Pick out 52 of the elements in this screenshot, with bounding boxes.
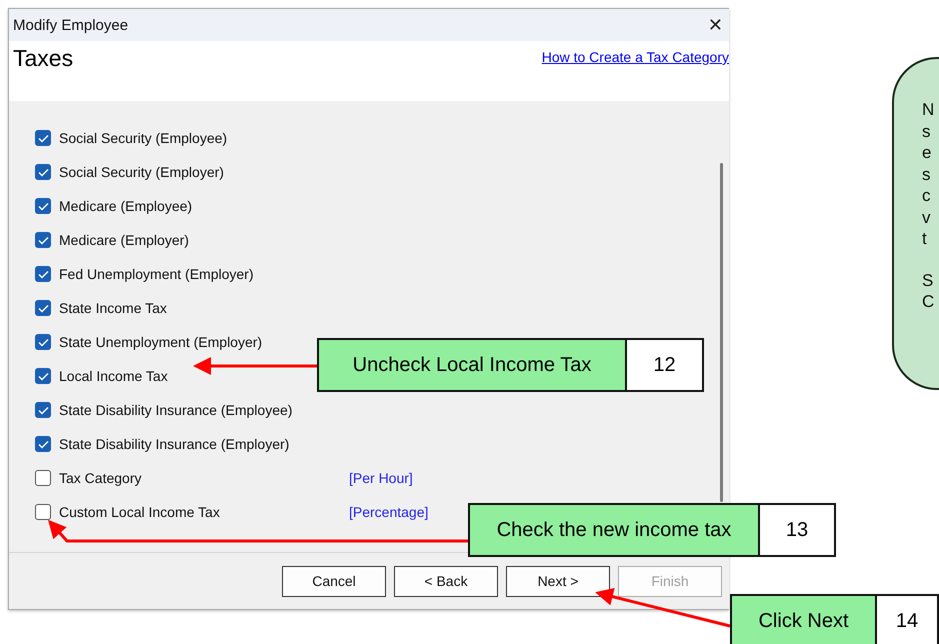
checkmark-icon — [38, 236, 48, 244]
checkmark-icon — [38, 372, 48, 380]
checkbox[interactable] — [35, 266, 51, 282]
instruction-callout: Check the new income tax — [468, 503, 760, 557]
step-number: 12 — [627, 338, 704, 392]
wizard-button[interactable]: Next > — [506, 566, 610, 596]
checkbox[interactable] — [35, 130, 51, 146]
tax-label: Tax Category — [59, 470, 142, 486]
instruction-callout: Uncheck Local Income Tax — [317, 338, 627, 392]
tax-label: State Disability Insurance (Employee) — [59, 402, 294, 418]
tax-label: Local Income Tax — [59, 368, 169, 384]
scrollbar-thumb[interactable] — [720, 163, 722, 502]
tax-label: Medicare (Employee) — [59, 198, 194, 214]
checkmark-icon — [38, 440, 48, 448]
checkbox[interactable] — [35, 470, 51, 486]
checkbox[interactable] — [35, 368, 51, 384]
wizard-button[interactable]: Cancel — [282, 566, 386, 596]
checkbox[interactable] — [35, 504, 51, 520]
checkmark-icon — [38, 134, 48, 142]
checkbox[interactable] — [35, 300, 51, 316]
help-link[interactable]: How to Create a Tax Category — [542, 49, 729, 65]
tax-label: State Unemployment (Employer) — [59, 334, 264, 350]
rate-type: [Percentage] — [349, 504, 428, 520]
tax-label: Social Security (Employee) — [59, 130, 228, 146]
tax-label: Social Security (Employer) — [59, 164, 225, 180]
checkmark-icon — [38, 202, 48, 210]
tax-label: State Disability Insurance (Employer) — [59, 436, 290, 452]
checkmark-icon — [38, 304, 48, 312]
tax-label: State Income Tax — [59, 300, 168, 316]
page-heading: Taxes — [13, 45, 74, 72]
checkbox[interactable] — [35, 402, 51, 418]
checkbox[interactable] — [35, 436, 51, 452]
checkmark-icon — [38, 270, 48, 278]
checkbox[interactable] — [35, 164, 51, 180]
window-title: Modify Employee — [13, 16, 128, 34]
checkbox[interactable] — [35, 334, 51, 350]
checkbox[interactable] — [35, 232, 51, 248]
step-number: 13 — [760, 503, 836, 557]
checkmark-icon — [38, 168, 48, 176]
instruction-callout: Click Next — [730, 594, 877, 644]
close-button[interactable]: ✕ — [706, 14, 725, 36]
checkmark-icon — [38, 406, 48, 414]
wizard-button[interactable]: < Back — [394, 566, 498, 596]
checkmark-icon — [38, 338, 48, 346]
tax-label: Fed Unemployment (Employer) — [59, 266, 255, 282]
step-number: 14 — [877, 594, 939, 644]
tax-label: Custom Local Income Tax — [59, 504, 221, 520]
note-text: N s e s c v t — [922, 99, 936, 250]
note-text: S C — [922, 270, 936, 312]
tax-label: Medicare (Employer) — [59, 232, 190, 248]
checkbox[interactable] — [35, 198, 51, 214]
rate-type: [Per Hour] — [349, 470, 413, 486]
